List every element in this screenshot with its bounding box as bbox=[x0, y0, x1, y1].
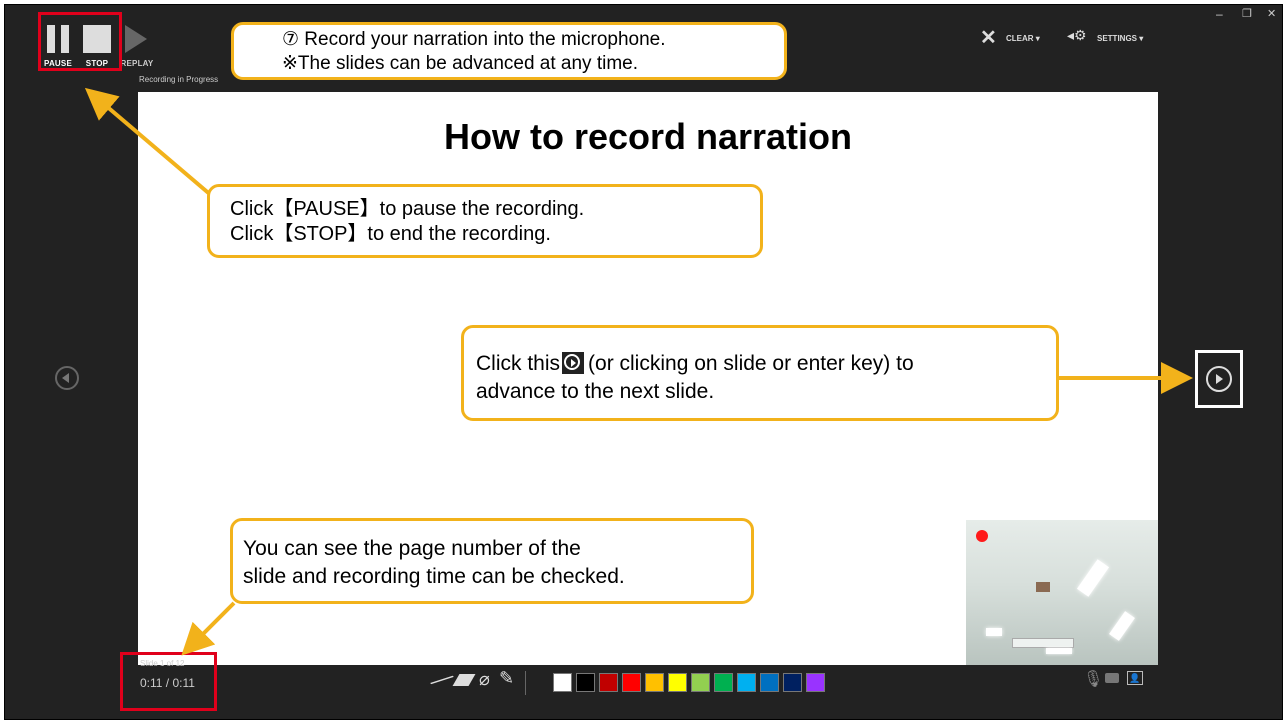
callout-page-line-2: slide and recording time can be checked. bbox=[243, 565, 625, 588]
callout-record-narration: ⑦ Record your narration into the microph… bbox=[231, 22, 787, 80]
inline-next-icon bbox=[562, 352, 585, 374]
recording-window: PAUSE STOP REPLAY Recording in Progress … bbox=[4, 4, 1283, 720]
callout-pause-line-1: Click【PAUSE】to pause the recording. bbox=[230, 198, 585, 220]
callout-pause-line-2: Click【STOP】to end the recording. bbox=[230, 223, 551, 245]
callout-top-line-2: ※The slides can be advanced at any time. bbox=[282, 53, 639, 74]
callout-next-line-2: advance to the next slide. bbox=[476, 380, 715, 403]
callout-next-slide: Click this (or clicking on slide or enter… bbox=[461, 325, 1059, 421]
callout-pause-stop: Click【PAUSE】to pause the recording. Clic… bbox=[207, 184, 763, 258]
callout-next-suffix: (or clicking on slide or enter key) to bbox=[588, 352, 914, 375]
callout-next-line-1: Click this (or clicking on slide or enter… bbox=[476, 350, 1056, 378]
arrow-to-controls bbox=[84, 87, 214, 198]
callout-page-number: You can see the page number of the slide… bbox=[230, 518, 754, 604]
callout-page-line-1: You can see the page number of the bbox=[243, 537, 581, 560]
callout-top-line-1: ⑦ Record your narration into the microph… bbox=[282, 29, 666, 50]
callout-next-prefix: Click this bbox=[476, 352, 561, 375]
arrow-to-status bbox=[181, 601, 236, 656]
